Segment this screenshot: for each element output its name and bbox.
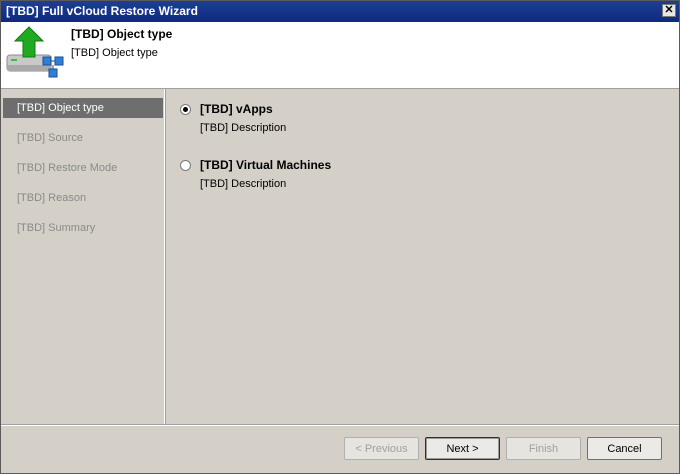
steps-sidebar: [TBD] Object type [TBD] Source [TBD] Res… — [1, 89, 166, 424]
virtual-machines-radio[interactable] — [180, 160, 191, 171]
close-button[interactable]: ✕ — [662, 4, 676, 17]
vapps-description: [TBD] Description — [200, 122, 287, 134]
step-restore-mode[interactable]: [TBD] Restore Mode — [3, 158, 163, 178]
cancel-button[interactable]: Cancel — [587, 437, 662, 460]
step-source[interactable]: [TBD] Source — [3, 128, 163, 148]
footer-highlight — [1, 425, 679, 426]
title-bar[interactable]: [TBD] Full vCloud Restore Wizard ✕ — [1, 1, 679, 22]
object-type-panel: [TBD] vApps [TBD] Description [TBD] Virt… — [166, 89, 679, 424]
window-title: [TBD] Full vCloud Restore Wizard — [6, 4, 198, 18]
previous-button[interactable]: < Previous — [344, 437, 419, 460]
virtual-machines-label[interactable]: [TBD] Virtual Machines — [200, 158, 331, 172]
restore-server-icon — [6, 26, 64, 78]
finish-button[interactable]: Finish — [506, 437, 581, 460]
button-bar: < Previous Next > Finish Cancel — [1, 424, 679, 474]
page-subtitle: [TBD] Object type — [71, 47, 158, 59]
step-summary[interactable]: [TBD] Summary — [3, 218, 163, 238]
vapps-label[interactable]: [TBD] vApps — [200, 102, 273, 116]
wizard-window: [TBD] Full vCloud Restore Wizard ✕ [TBD]… — [0, 0, 680, 474]
step-object-type[interactable]: [TBD] Object type — [3, 98, 163, 118]
next-button[interactable]: Next > — [425, 437, 500, 460]
vapps-radio[interactable] — [180, 104, 191, 115]
page-title: [TBD] Object type — [71, 27, 173, 41]
virtual-machines-description: [TBD] Description — [200, 178, 287, 190]
wizard-header: [TBD] Object type [TBD] Object type — [1, 22, 679, 89]
close-icon: ✕ — [664, 4, 674, 16]
step-reason[interactable]: [TBD] Reason — [3, 188, 163, 208]
